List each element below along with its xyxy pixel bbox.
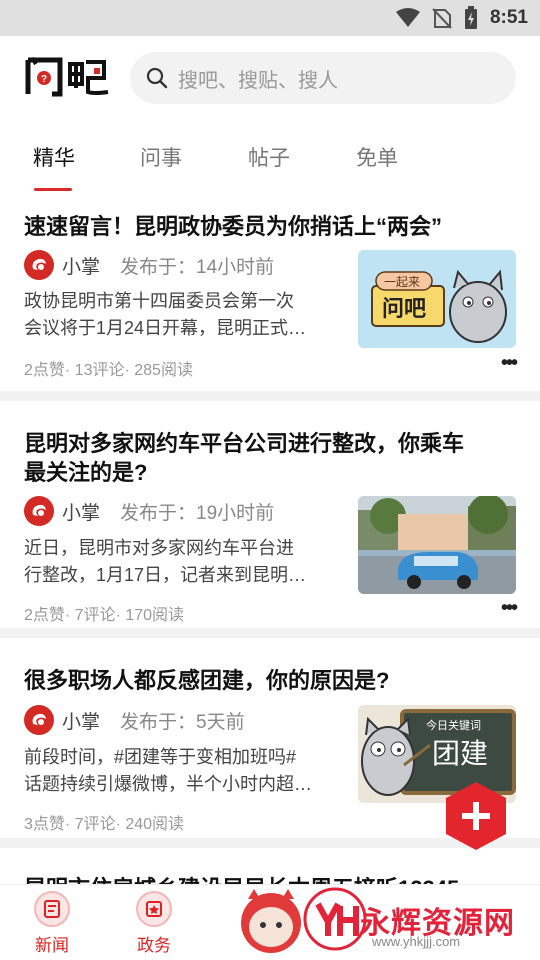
post-title[interactable]: 昆明对多家网约车平台公司进行整改，你乘车 最关注的是? <box>24 429 520 487</box>
status-bar: 8:51 <box>0 0 540 36</box>
author-logo-icon <box>32 258 46 270</box>
nav-news[interactable]: 新闻 <box>22 891 82 956</box>
post-meta: 小掌 发布于：5天前 <box>24 705 245 735</box>
watermark-url: www.yhkjjj.com <box>372 934 461 949</box>
government-icon <box>136 891 172 927</box>
post-card[interactable]: 速速留言！昆明政协委员为你捎话上“两会” 小掌 发布于：14小时前 政协昆明市第… <box>0 192 540 401</box>
more-options-icon[interactable]: ••• <box>501 597 518 620</box>
search-icon <box>146 67 168 89</box>
post-stats: 2点赞· 7评论· 170阅读 <box>24 607 185 624</box>
post-stats: 3点赞· 7评论· 240阅读 <box>24 816 185 833</box>
create-post-button[interactable] <box>440 780 512 852</box>
excerpt-line: 话题持续引爆微博，半个小时内超… <box>24 774 312 794</box>
author-avatar[interactable] <box>24 496 54 526</box>
nav-government[interactable]: 政务 <box>124 891 184 956</box>
wifi-icon <box>395 8 420 27</box>
post-stats: 2点赞· 13评论· 285阅读 <box>24 362 193 379</box>
author-avatar[interactable] <box>24 250 54 280</box>
author-name[interactable]: 小掌 <box>62 252 100 279</box>
thumbnail-title-text: 问吧 <box>382 297 426 322</box>
post-card[interactable]: 昆明对多家网约车平台公司进行整改，你乘车 最关注的是? 小掌 发布于：19小时前… <box>0 401 540 638</box>
tab-tiezi[interactable]: 帖子 <box>248 142 290 172</box>
excerpt-line: 前段时间，#团建等于变相加班吗# <box>24 747 297 767</box>
excerpt-line: 会议将于1月24日开幕，昆明正式… <box>24 318 307 338</box>
post-excerpt: 政协昆明市第十四届委员会第一次 会议将于1月24日开幕，昆明正式… <box>24 288 344 342</box>
excerpt-line: 政协昆明市第十四届委员会第一次 <box>24 291 294 311</box>
post-meta: 小掌 发布于：14小时前 <box>24 250 274 280</box>
status-icons: 8:51 <box>395 6 528 30</box>
top-header: ? 搜吧、搜贴、搜人 <box>0 36 540 120</box>
svg-text:?: ? <box>41 74 47 85</box>
tab-miandan[interactable]: 免单 <box>356 142 398 172</box>
active-tab-indicator <box>34 188 72 191</box>
app-logo[interactable]: ? <box>24 54 110 98</box>
author-name[interactable]: 小掌 <box>62 707 100 734</box>
news-icon <box>34 891 70 927</box>
taxi-street-photo <box>358 496 516 594</box>
post-title-line: 昆明对多家网约车平台公司进行整改，你乘车 <box>24 431 465 456</box>
author-logo-icon <box>32 504 46 516</box>
excerpt-line: 近日，昆明市对多家网约车平台进 <box>24 538 294 558</box>
no-sim-icon <box>432 8 452 29</box>
post-time: 发布于：5天前 <box>120 711 245 733</box>
battery-charging-icon <box>464 6 477 29</box>
post-meta: 小掌 发布于：19小时前 <box>24 496 274 526</box>
more-options-icon[interactable]: ••• <box>501 352 518 375</box>
category-tabs: 精华 问事 帖子 免单 <box>0 120 540 192</box>
thumbnail-title-text: 团建 <box>432 737 488 770</box>
search-placeholder: 搜吧、搜贴、搜人 <box>178 69 338 92</box>
excerpt-line: 行整改，1月17日，记者来到昆明… <box>24 565 307 585</box>
post-title-line: 最关注的是? <box>24 460 148 485</box>
post-thumbnail[interactable] <box>358 496 516 594</box>
post-title[interactable]: 很多职场人都反感团建，你的原因是? <box>24 666 520 695</box>
tab-jinghua[interactable]: 精华 <box>33 142 75 172</box>
thumbnail-banner-text: 今日关键词 <box>426 718 481 732</box>
author-avatar[interactable] <box>24 705 54 735</box>
nav-label: 新闻 <box>35 936 69 955</box>
wenba-logo-icon: ? <box>25 56 109 97</box>
status-time: 8:51 <box>489 7 528 28</box>
post-time: 发布于：14小时前 <box>120 256 275 278</box>
post-excerpt: 前段时间，#团建等于变相加班吗# 话题持续引爆微博，半个小时内超… <box>24 744 344 798</box>
nav-label: 政务 <box>137 936 171 955</box>
search-bar[interactable]: 搜吧、搜贴、搜人 <box>130 52 516 104</box>
plus-icon <box>446 782 506 850</box>
post-excerpt: 近日，昆明市对多家网约车平台进 行整改，1月17日，记者来到昆明… <box>24 535 344 589</box>
thumbnail-banner-text: 一起来 <box>384 275 420 289</box>
post-thumbnail[interactable]: 一起来 问吧 <box>358 250 516 348</box>
post-time: 发布于：19小时前 <box>120 502 275 524</box>
post-title[interactable]: 速速留言！昆明政协委员为你捎话上“两会” <box>24 212 520 241</box>
tab-wenshi[interactable]: 问事 <box>140 142 182 172</box>
author-logo-icon <box>32 713 46 725</box>
wenba-mascot-image: 一起来 问吧 <box>358 250 516 348</box>
author-name[interactable]: 小掌 <box>62 498 100 525</box>
